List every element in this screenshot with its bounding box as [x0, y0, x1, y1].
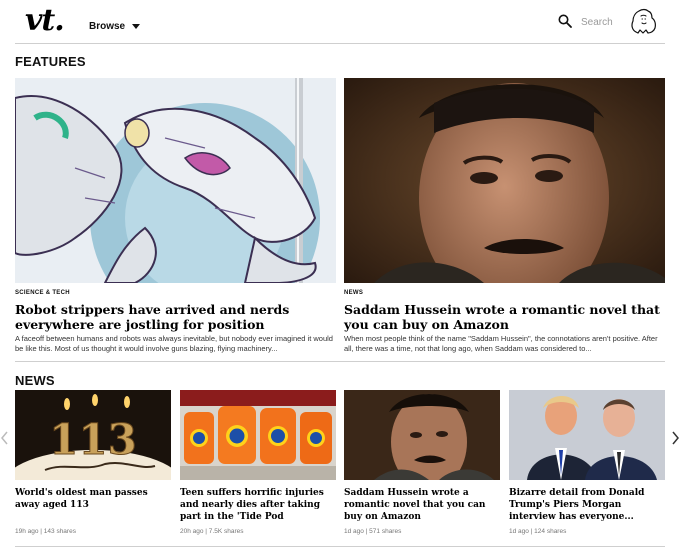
gorilla-icon[interactable] — [628, 6, 658, 36]
news-meta: 19h ago | 143 shares — [15, 528, 76, 535]
site-header: vt. Browse — [15, 0, 665, 44]
news-card[interactable]: Teen suffers horrific injuries and nearl… — [180, 390, 336, 535]
feature-card[interactable]: SCIENCE & TECH Robot strippers have arri… — [15, 78, 336, 354]
chevron-right-icon[interactable] — [670, 430, 680, 446]
feature-title[interactable]: Saddam Hussein wrote a romantic novel th… — [344, 302, 665, 332]
feature-image-robot[interactable] — [15, 78, 336, 283]
feature-category[interactable]: NEWS — [344, 290, 665, 296]
feature-image-saddam[interactable] — [344, 78, 665, 283]
search-icon[interactable] — [558, 14, 572, 28]
chevron-down-icon — [132, 24, 141, 29]
news-heading: NEWS — [15, 373, 55, 388]
chevron-left-icon[interactable] — [0, 430, 10, 446]
news-card[interactable]: 113 World's oldest man passes away aged … — [15, 390, 171, 535]
news-meta: 1d ago | 124 shares — [509, 528, 567, 535]
news-meta: 20h ago | 7.5K shares — [180, 528, 244, 535]
site-logo[interactable]: vt. — [25, 3, 65, 38]
news-card[interactable]: Bizarre detail from Donald Trump's Piers… — [509, 390, 665, 535]
feature-title[interactable]: Robot strippers have arrived and nerds e… — [15, 302, 336, 332]
news-image-cake[interactable]: 113 — [15, 390, 171, 480]
news-title[interactable]: Teen suffers horrific injuries and nearl… — [180, 487, 336, 523]
news-title[interactable]: World's oldest man passes away aged 113 — [15, 487, 171, 523]
browse-label: Browse — [89, 21, 126, 32]
section-divider — [15, 361, 665, 362]
news-card[interactable]: Saddam Hussein wrote a romantic novel th… — [344, 390, 500, 535]
feature-excerpt: When most people think of the name "Sadd… — [344, 334, 658, 353]
news-image-detergent[interactable] — [180, 390, 336, 480]
feature-category[interactable]: SCIENCE & TECH — [15, 290, 336, 296]
browse-menu-button[interactable]: Browse — [89, 21, 141, 32]
cake-number: 113 — [49, 415, 137, 464]
news-image-saddam[interactable] — [344, 390, 500, 480]
feature-card[interactable]: NEWS Saddam Hussein wrote a romantic nov… — [344, 78, 665, 354]
section-divider — [15, 546, 665, 547]
news-title[interactable]: Saddam Hussein wrote a romantic novel th… — [344, 487, 500, 523]
news-meta: 1d ago | 571 shares — [344, 528, 402, 535]
news-image-trump-morgan[interactable] — [509, 390, 665, 480]
features-heading: FEATURES — [15, 54, 86, 69]
feature-excerpt: A faceoff between humans and robots was … — [15, 334, 333, 353]
news-title[interactable]: Bizarre detail from Donald Trump's Piers… — [509, 487, 665, 523]
search-input[interactable] — [581, 14, 631, 30]
